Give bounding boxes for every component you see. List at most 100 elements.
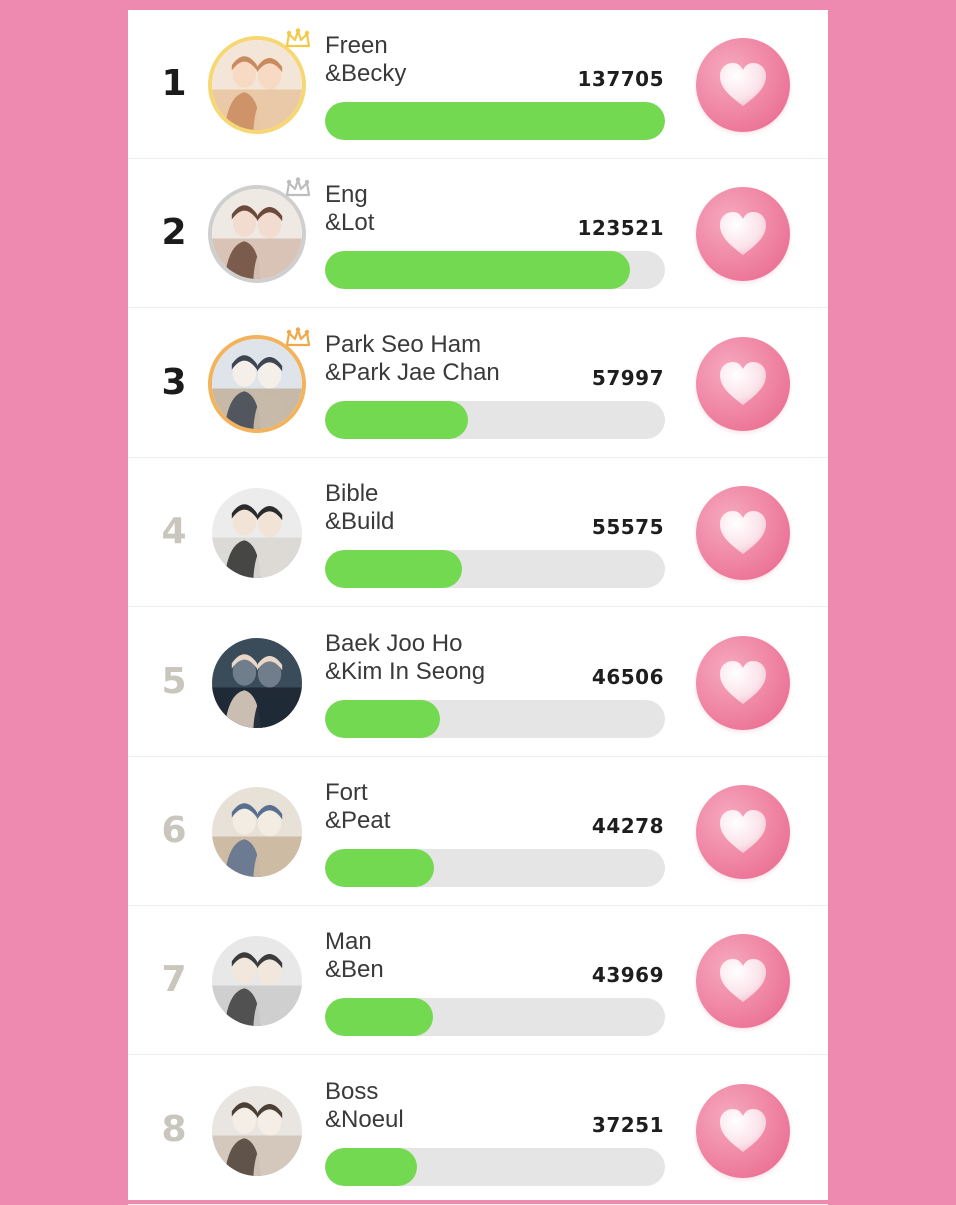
vote-count: 43969 bbox=[591, 963, 664, 988]
vote-heart-button[interactable] bbox=[696, 486, 790, 581]
vote-count: 37251 bbox=[591, 1112, 664, 1137]
vote-count: 46506 bbox=[591, 664, 664, 689]
name-line-2: &Noeul bbox=[325, 1105, 404, 1133]
heart-icon bbox=[720, 810, 766, 853]
progress-fill bbox=[325, 998, 434, 1037]
name-line-2: &Kim In Seong bbox=[325, 657, 486, 685]
avatar-container bbox=[208, 633, 306, 732]
crown-icon bbox=[285, 177, 311, 197]
avatar bbox=[208, 932, 306, 1031]
avatar-container bbox=[208, 28, 311, 134]
vote-count: 57997 bbox=[591, 365, 664, 390]
crown-icon bbox=[285, 327, 311, 346]
name-line-2: &Lot bbox=[325, 209, 375, 237]
pair-name: Man &Ben bbox=[325, 928, 384, 984]
name-line-1: Fort bbox=[325, 779, 368, 806]
heart-icon bbox=[720, 511, 766, 555]
heart-icon bbox=[720, 1108, 766, 1152]
name-line-2: &Becky bbox=[325, 60, 407, 87]
vote-heart-button[interactable] bbox=[696, 635, 790, 730]
pair-name: Boss &Noeul bbox=[325, 1078, 404, 1134]
name-line-2: &Park Jae Chan bbox=[325, 358, 500, 386]
progress-fill bbox=[325, 102, 665, 140]
avatar-container bbox=[208, 783, 306, 881]
progress-bar bbox=[325, 550, 665, 589]
avatar-container bbox=[208, 932, 306, 1031]
avatar bbox=[208, 633, 306, 732]
progress-fill bbox=[325, 400, 469, 439]
pair-name: Park Seo Ham &Park Jae Chan bbox=[325, 331, 500, 387]
progress-bar bbox=[325, 400, 665, 439]
progress-bar bbox=[325, 1147, 665, 1186]
vote-heart-button[interactable] bbox=[696, 187, 790, 282]
vote-count: 55575 bbox=[591, 515, 664, 540]
crown-icon bbox=[285, 28, 311, 48]
name-line-1: Bible bbox=[325, 480, 379, 508]
heart-icon bbox=[720, 212, 766, 256]
name-line-1: Baek Joo Ho bbox=[325, 629, 463, 657]
ranking-row: 7 Man &Ben 43969 bbox=[128, 906, 828, 1056]
name-line-2: &Build bbox=[325, 508, 395, 536]
avatar bbox=[208, 334, 306, 433]
pair-name: Eng &Lot bbox=[325, 181, 374, 237]
heart-icon bbox=[720, 660, 766, 704]
name-line-1: Freen bbox=[325, 32, 388, 59]
progress-bar bbox=[325, 998, 665, 1037]
name-line-1: Man bbox=[325, 928, 372, 956]
ranking-row: 6 Fort &Peat 44278 bbox=[128, 757, 828, 906]
vote-heart-button[interactable] bbox=[696, 785, 790, 879]
name-line-1: Eng bbox=[325, 181, 368, 209]
progress-bar bbox=[325, 251, 665, 290]
ranking-row: 1 Freen &Becky 137705 bbox=[128, 10, 828, 159]
rank-number: 6 bbox=[161, 810, 187, 851]
avatar-container bbox=[208, 327, 311, 433]
pair-name: Baek Joo Ho &Kim In Seong bbox=[325, 630, 485, 686]
ranking-row: 8 Boss &Noeul 37251 bbox=[128, 1056, 828, 1205]
heart-icon bbox=[720, 361, 766, 405]
avatar-container bbox=[208, 177, 311, 284]
avatar bbox=[208, 484, 306, 583]
avatar-container bbox=[208, 1081, 306, 1180]
rank-number: 1 bbox=[161, 63, 187, 104]
ranking-row: 3 Park Seo Ham &Park Jae Chan 57997 bbox=[128, 309, 828, 458]
heart-icon bbox=[720, 959, 766, 1003]
name-line-1: Park Seo Ham bbox=[325, 330, 482, 358]
progress-fill bbox=[325, 849, 435, 887]
avatar bbox=[208, 36, 306, 134]
vote-heart-button[interactable] bbox=[696, 934, 790, 1029]
avatar bbox=[208, 185, 306, 284]
vote-count: 44278 bbox=[591, 814, 664, 838]
rank-number: 3 bbox=[161, 361, 187, 403]
ranking-row: 2 Eng &Lot 123521 bbox=[128, 159, 828, 309]
pair-name: Freen &Becky bbox=[325, 32, 406, 88]
avatar-container bbox=[208, 484, 306, 583]
progress-bar bbox=[325, 699, 665, 738]
name-line-2: &Ben bbox=[325, 956, 384, 984]
progress-bar bbox=[325, 849, 665, 887]
ranking-list: 1 Freen &Becky 137705 2 Eng &Lot 123521 … bbox=[128, 10, 828, 1205]
progress-bar bbox=[325, 102, 665, 140]
name-line-2: &Peat bbox=[325, 807, 391, 834]
vote-heart-button[interactable] bbox=[696, 336, 790, 431]
rank-number: 7 bbox=[161, 959, 187, 1001]
progress-fill bbox=[325, 550, 463, 589]
vote-heart-button[interactable] bbox=[696, 1083, 790, 1178]
vote-count: 123521 bbox=[577, 216, 664, 241]
heart-icon bbox=[720, 63, 766, 106]
rank-number: 8 bbox=[161, 1108, 187, 1150]
rank-number: 4 bbox=[161, 511, 187, 553]
pair-name: Bible &Build bbox=[325, 480, 394, 536]
progress-fill bbox=[325, 1147, 418, 1186]
rank-number: 5 bbox=[161, 660, 187, 702]
name-line-1: Boss bbox=[325, 1077, 379, 1105]
vote-heart-button[interactable] bbox=[696, 38, 790, 132]
vote-count: 137705 bbox=[577, 67, 664, 91]
avatar bbox=[208, 1081, 306, 1180]
progress-fill bbox=[325, 251, 630, 290]
ranking-row: 5 Baek Joo Ho &Kim In Seong 46506 bbox=[128, 608, 828, 757]
avatar bbox=[208, 783, 306, 881]
pair-name: Fort &Peat bbox=[325, 779, 390, 835]
ranking-row: 4 Bible &Build 55575 bbox=[128, 458, 828, 608]
rank-number: 2 bbox=[161, 212, 187, 254]
progress-fill bbox=[325, 699, 440, 738]
